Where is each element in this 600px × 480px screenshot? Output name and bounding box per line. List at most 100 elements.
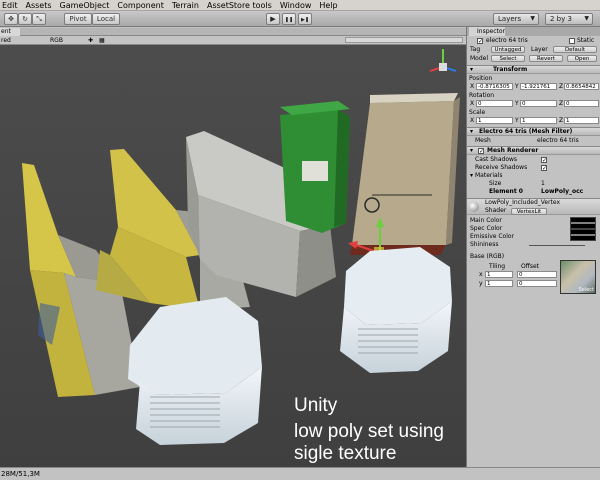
position-x-field[interactable]: -0.8716305 (476, 83, 513, 90)
shininess-slider[interactable] (529, 245, 585, 246)
element-0-label: Element 0 (489, 188, 523, 195)
chevron-down-icon: ▾ (470, 128, 474, 135)
cast-shadows-row: Cast Shadows ✓ (469, 156, 598, 164)
status-bar: 28M/51,3M (0, 467, 600, 480)
mailbox-green[interactable] (280, 101, 350, 233)
element-0-row: Element 0 LowPoly_occ (469, 188, 598, 196)
texture-select-button[interactable]: Select (579, 287, 594, 293)
caption-title: Unity (294, 395, 338, 416)
menu-terrain[interactable]: Terrain (168, 0, 203, 11)
move-tool-button[interactable]: ✥ (4, 13, 18, 25)
shader-dropdown[interactable]: VertexLit (511, 208, 547, 215)
scene-search-field[interactable] (345, 37, 463, 43)
scale-z-field[interactable]: 1 (564, 117, 599, 124)
material-name: LowPoly_Included_Vertex (485, 199, 561, 206)
step-button[interactable]: ▶❚ (298, 13, 312, 25)
element-0-field[interactable]: LowPoly_occ (541, 188, 583, 196)
step-icon: ▶❚ (300, 17, 310, 23)
transform-header[interactable]: ▾ Transform (467, 65, 600, 74)
mesh-field[interactable]: electro 64 tris (537, 137, 579, 145)
base-rgb-label: Base (RGB) (470, 253, 505, 260)
tiling-x-field[interactable]: 1 (485, 271, 513, 278)
menu-bar: Edit Assets GameObject Component Terrain… (0, 0, 600, 11)
mesh-filter-header[interactable]: ▾ Electro 64 tris (Mesh Filter) (467, 127, 600, 136)
revert-button[interactable]: Revert (529, 55, 563, 62)
receive-shadows-checkbox[interactable]: ✓ (541, 165, 547, 172)
emissive-color-label: Emissive Color (470, 233, 515, 240)
menu-assetstore-tools[interactable]: AssetStore tools (203, 0, 276, 11)
tag-layer-row: Tag Untagged Layer Default (469, 46, 598, 54)
menu-component[interactable]: Component (113, 0, 167, 11)
layer-dropdown[interactable]: Default (553, 46, 597, 53)
tab-inspector[interactable]: Inspector (469, 27, 505, 36)
transform-title: Transform (493, 66, 528, 73)
static-checkbox[interactable] (569, 38, 575, 44)
scale-tool-button[interactable]: ⤡ (32, 13, 46, 25)
bollard-right[interactable] (340, 247, 452, 373)
materials-row[interactable]: ▾ Materials (469, 172, 598, 180)
pause-button[interactable]: ❚❚ (282, 13, 296, 25)
rotation-x-field[interactable]: 0 (476, 100, 513, 107)
offset-x-field[interactable]: 0 (517, 271, 557, 278)
mesh-renderer-enabled-checkbox[interactable]: ✓ (478, 148, 484, 155)
active-checkbox[interactable]: ✓ (477, 38, 483, 45)
rotate-tool-button[interactable]: ↻ (18, 13, 32, 25)
menu-edit[interactable]: Edit (0, 0, 22, 11)
scene-tab-strip: ent (0, 28, 466, 36)
mesh-renderer-header[interactable]: ▾ ✓ Mesh Renderer (467, 146, 600, 155)
mesh-renderer-title: Mesh Renderer (487, 147, 539, 154)
toolbar: ✥ ↻ ⤡ Pivot Local ▶ ❚❚ ▶❚ Layers ▼ 2 by 3… (0, 11, 600, 27)
tiling-label: Tiling (489, 263, 506, 270)
object-name[interactable]: electro 64 tris (486, 37, 528, 45)
play-button[interactable]: ▶ (266, 13, 280, 25)
memory-status: 28M/51,3M (1, 470, 40, 478)
rotation-label: Rotation (469, 92, 495, 99)
cast-shadows-label: Cast Shadows (475, 156, 518, 163)
draw-mode-dropdown[interactable]: red (1, 36, 11, 45)
layers-dropdown[interactable]: Layers ▼ (493, 13, 539, 25)
tag-label: Tag (470, 46, 481, 53)
position-z-field[interactable]: 0.8654842 (564, 83, 599, 90)
base-texture-thumbnail[interactable]: Select (560, 260, 596, 294)
model-label: Model (470, 55, 489, 62)
pause-icon: ❚❚ (284, 17, 294, 23)
tag-dropdown[interactable]: Untagged (491, 46, 525, 53)
materials-label: Materials (475, 172, 503, 179)
position-y-field[interactable]: -1.921761 (520, 83, 557, 90)
cast-shadows-checkbox[interactable]: ✓ (541, 157, 547, 164)
shader-label: Shader (485, 207, 507, 214)
scale-row: X 1 Y 1 Z 1 (469, 117, 599, 125)
local-button[interactable]: Local (92, 13, 120, 25)
scale-y-field[interactable]: 1 (520, 117, 557, 124)
menu-gameobject[interactable]: GameObject (56, 0, 114, 11)
spec-color-label: Spec Color (470, 225, 503, 232)
rotation-y-field[interactable]: 0 (520, 100, 557, 107)
size-label: Size (489, 180, 502, 187)
tab-scene[interactable]: ent (0, 28, 20, 36)
rotate-icon: ↻ (22, 15, 28, 23)
shininess-label: Shininess (470, 241, 499, 248)
scene-viewport[interactable]: Unity low poly set using sigle texture (0, 45, 466, 467)
pivot-button[interactable]: Pivot (64, 13, 92, 25)
menu-help[interactable]: Help (315, 0, 341, 11)
layout-label: 2 by 3 (550, 15, 572, 23)
scene-lighting-toggle[interactable]: ✚ (88, 36, 93, 45)
menu-assets[interactable]: Assets (22, 0, 56, 11)
render-mode-dropdown[interactable]: RGB (50, 36, 63, 45)
scale-x-field[interactable]: 1 (476, 117, 513, 124)
chevron-down-icon: ▾ (470, 66, 474, 73)
materials-size-row: Size 1 (469, 180, 598, 188)
tiling-y-field[interactable]: 1 (485, 280, 513, 287)
offset-y-field[interactable]: 0 (517, 280, 557, 287)
rotation-z-field[interactable]: 0 (564, 100, 599, 107)
main-color-swatch[interactable] (570, 217, 596, 229)
position-label: Position (469, 75, 493, 82)
layout-dropdown[interactable]: 2 by 3 ▼ (545, 13, 593, 25)
open-button[interactable]: Open (567, 55, 597, 62)
spec-color-swatch[interactable] (570, 229, 596, 241)
menu-window[interactable]: Window (276, 0, 316, 11)
material-header[interactable]: LowPoly_Included_Vertex Shader VertexLit (467, 198, 600, 215)
select-button[interactable]: Select (491, 55, 525, 62)
size-field[interactable]: 1 (541, 180, 545, 188)
scene-fx-toggle[interactable]: ▦ (99, 36, 105, 45)
